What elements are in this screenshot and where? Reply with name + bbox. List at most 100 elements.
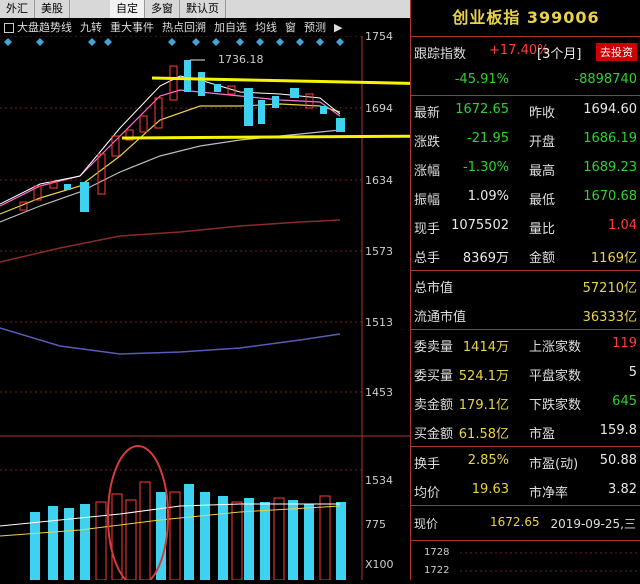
field-label: 金额 xyxy=(529,251,556,266)
field-value: 1.04 xyxy=(608,218,637,233)
field-label: 涨跌 xyxy=(414,135,441,150)
quote-row: 总手 8369万 金额 1169亿 xyxy=(411,241,640,270)
index-title: 创业板指 399006 xyxy=(452,8,600,27)
field-value: 159.8 xyxy=(599,423,637,438)
cap-row: 流通市值 36333亿 xyxy=(411,300,640,329)
field-value: 3.82 xyxy=(608,482,637,497)
tab-forex[interactable]: 外汇 xyxy=(0,0,35,18)
tracking-label: 跟踪指数 xyxy=(414,47,467,62)
field-label: 振幅 xyxy=(414,193,441,208)
checkbox-icon[interactable] xyxy=(4,23,14,33)
candlestick-chart[interactable]: 1736.18 1754 1694 1634 1573 1513 1453 15… xyxy=(0,30,470,584)
price-value: 1672.65 xyxy=(490,515,540,529)
top-tab-bar: 外汇 美股 自定 多窗 默认页 xyxy=(0,0,410,19)
field-value: 1.09% xyxy=(467,189,509,204)
tracking-row: 跟踪指数 +17.40% [3个月] 去投资 xyxy=(411,36,640,66)
toolbar-window[interactable]: 窗 xyxy=(281,19,300,35)
tab-custom[interactable]: 自定 xyxy=(110,0,145,18)
field-value: 50.88 xyxy=(599,453,637,468)
y-tick: 1453 xyxy=(365,386,393,399)
field-label: 量比 xyxy=(529,222,556,237)
y-tick: 1634 xyxy=(365,174,393,187)
field-label: 涨幅 xyxy=(414,164,441,179)
toolbar-major-events[interactable]: 重大事件 xyxy=(106,19,158,35)
field-label: 换手 xyxy=(414,457,441,472)
quote-row: 最新 1672.65 昨收 1694.60 xyxy=(411,96,640,125)
toolbar-hotspot[interactable]: 热点回溯 xyxy=(158,19,210,35)
field-value: 1686.19 xyxy=(583,131,637,146)
chart-toolbar: 大盘趋势线 九转 重大事件 热点回溯 加自选 均线 窗 预测 ▶ xyxy=(0,18,410,36)
chart-canvas: 1736.18 xyxy=(0,35,470,584)
y-tick: 1694 xyxy=(365,102,393,115)
field-value: -21.95 xyxy=(467,131,509,146)
field-value: 1689.23 xyxy=(583,160,637,175)
quote-row: 现手 1075502 量比 1.04 xyxy=(411,212,640,241)
quote-panel: 创业板指 399006 跟踪指数 +17.40% [3个月] 去投资 -45.9… xyxy=(410,0,640,580)
field-label: 总手 xyxy=(414,251,441,266)
stats-row: 委卖量 1414万 上涨家数 119 xyxy=(411,330,640,359)
field-label: 市盈(动) xyxy=(529,457,579,472)
field-value: 1672.65 xyxy=(455,102,509,117)
toolbar-nine-turn[interactable]: 九转 xyxy=(76,19,106,35)
cap-row: 总市值 57210亿 xyxy=(411,271,640,300)
price-date: 2019-09-25,三 xyxy=(550,517,636,531)
field-value: 57210亿 xyxy=(582,281,637,296)
field-label: 最低 xyxy=(529,193,556,208)
field-label: 平盘家数 xyxy=(529,369,582,384)
field-value: 1075502 xyxy=(451,218,509,233)
field-label: 市净率 xyxy=(529,486,569,501)
volume-tick: 1534 xyxy=(365,474,393,487)
field-label: 开盘 xyxy=(529,135,556,150)
quote-row: 振幅 1.09% 最低 1670.68 xyxy=(411,183,640,212)
field-label: 委卖量 xyxy=(414,340,454,355)
stats-row: 卖金额 179.1亿 下跌家数 645 xyxy=(411,388,640,417)
mini-chart: 1728 1722 xyxy=(410,540,640,581)
field-value: 1694.60 xyxy=(583,102,637,117)
field-value: 1414万 xyxy=(462,340,509,355)
field-label: 最新 xyxy=(414,106,441,121)
field-value: 524.1万 xyxy=(458,369,509,384)
volume-tick: 775 xyxy=(365,518,386,531)
field-label: 上涨家数 xyxy=(529,340,582,355)
field-value: 179.1亿 xyxy=(458,398,509,413)
invest-button[interactable]: 去投资 xyxy=(596,43,637,61)
tab-us-stocks[interactable]: 美股 xyxy=(35,0,70,18)
y-tick: 1754 xyxy=(365,30,393,43)
field-value: 119 xyxy=(612,336,637,351)
field-value: -1.30% xyxy=(463,160,509,175)
play-icon[interactable]: ▶ xyxy=(330,21,346,34)
field-label: 市盈 xyxy=(529,427,556,442)
tab-multi-window[interactable]: 多窗 xyxy=(145,0,180,18)
toolbar-add-watchlist[interactable]: 加自选 xyxy=(210,19,251,35)
stats-row: 均价 19.63 市净率 3.82 xyxy=(411,476,640,505)
field-value: 5 xyxy=(628,365,637,380)
quote-row: 涨幅 -1.30% 最高 1689.23 xyxy=(411,154,640,183)
field-value: 61.58亿 xyxy=(458,427,509,442)
toolbar-forecast[interactable]: 预测 xyxy=(300,19,330,35)
field-label: 最高 xyxy=(529,164,556,179)
volume-scale: X100 xyxy=(365,558,394,571)
y-tick: 1513 xyxy=(365,316,393,329)
field-label: 总市值 xyxy=(414,281,454,296)
field-value: 645 xyxy=(612,394,637,409)
tab-default-page[interactable]: 默认页 xyxy=(180,0,226,18)
current-price-row: 现价 1672.65 2019-09-25,三 xyxy=(410,512,640,534)
field-label: 昨收 xyxy=(529,106,556,121)
field-label: 卖金额 xyxy=(414,398,454,413)
obscured-row: -45.91% -8898740 xyxy=(411,66,640,95)
field-label: 均价 xyxy=(414,486,441,501)
stats-row: 换手 2.85% 市盈(动) 50.88 xyxy=(411,447,640,476)
field-label: 流通市值 xyxy=(414,310,467,325)
stats-row: 买金额 61.58亿 市盈 159.8 xyxy=(411,417,640,446)
price-label: 现价 xyxy=(414,517,439,531)
field-value: 1169亿 xyxy=(590,251,637,266)
toolbar-trend-line[interactable]: 大盘趋势线 xyxy=(0,19,76,35)
field-value: 36333亿 xyxy=(582,310,637,325)
field-value: 1670.68 xyxy=(583,189,637,204)
field-value: 19.63 xyxy=(471,482,509,497)
field-label: 委买量 xyxy=(414,369,454,384)
toolbar-ma[interactable]: 均线 xyxy=(251,19,281,35)
obscured-value-2: -8898740 xyxy=(574,72,637,87)
field-value: 2.85% xyxy=(467,453,509,468)
stats-row: 委买量 524.1万 平盘家数 5 xyxy=(411,359,640,388)
